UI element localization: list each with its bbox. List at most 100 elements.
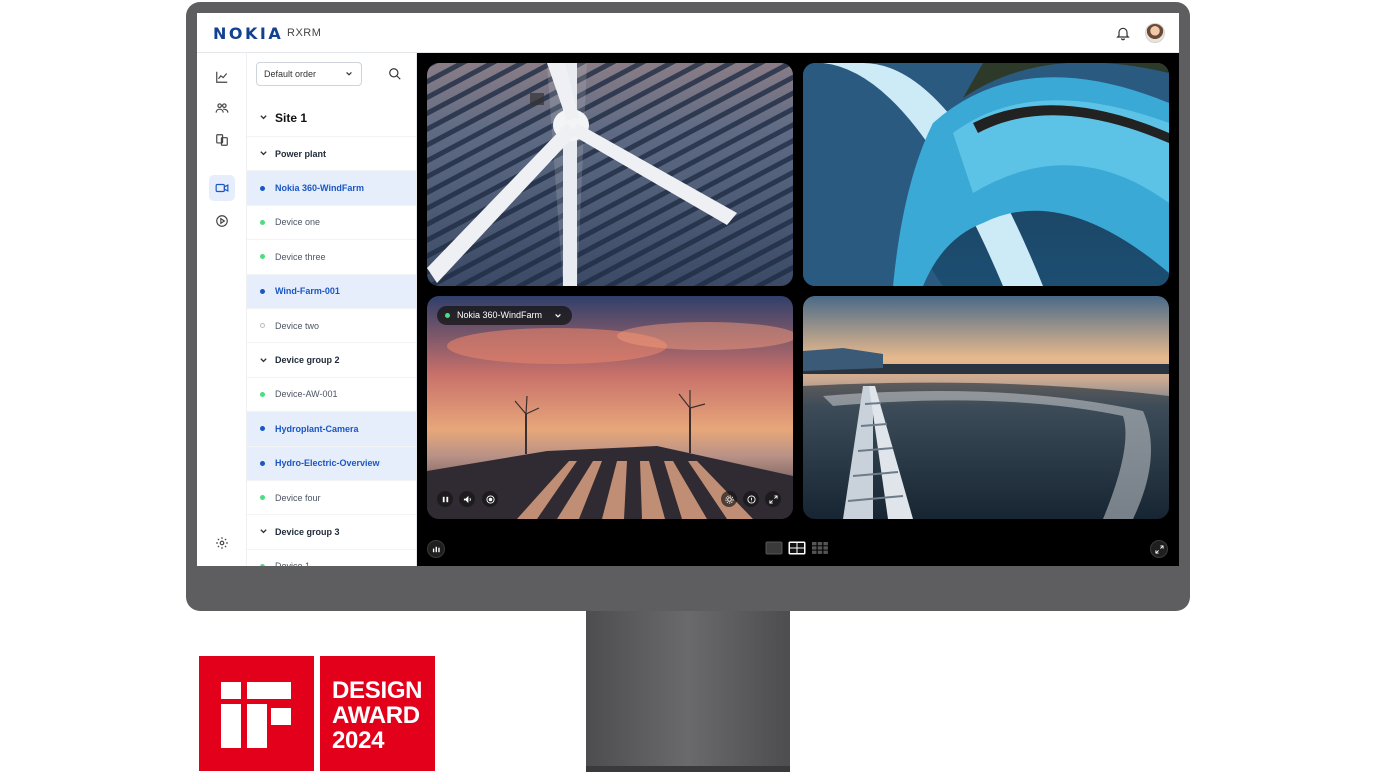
order-select-value: Default order (264, 69, 317, 79)
device-label: Device one (275, 217, 321, 228)
video-wall: Nokia 360-WindFarm (417, 53, 1179, 566)
equalizer-icon (432, 546, 440, 552)
camera-icon (215, 183, 229, 193)
chevron-down-icon (260, 529, 267, 534)
pause-button[interactable] (437, 491, 453, 507)
sidebar-toggle-button[interactable] (427, 540, 445, 558)
tree-device-item[interactable]: Device 1 (247, 550, 416, 566)
device-label: Device-AW-001 (275, 389, 338, 400)
monitor-frame: NOKIA RXRM Default order Site 1 Power pl… (186, 2, 1190, 611)
tree-device-item[interactable]: Wind-Farm-001 (247, 274, 416, 309)
tree-device-item[interactable]: Device one (247, 206, 416, 241)
layout-2x2-button[interactable] (788, 541, 806, 555)
play-icon (216, 215, 228, 227)
chevron-down-icon (260, 115, 267, 120)
device-status-dot (260, 323, 265, 329)
device-label: Device three (275, 251, 326, 262)
nokia-logo[interactable]: NOKIA (213, 24, 283, 43)
video-tile-water-treatment[interactable] (803, 63, 1169, 286)
chevron-down-icon (346, 71, 352, 76)
clarifier-bridge-feed (803, 296, 1169, 519)
site-label: Site 1 (275, 110, 308, 125)
monitor-stand-base (586, 766, 790, 772)
nav-playback[interactable] (209, 208, 235, 234)
windfarm-sunset-feed (427, 296, 793, 519)
tree-device-item[interactable]: Hydro-Electric-Overview (247, 446, 416, 481)
device-label: Device 1 (275, 561, 310, 566)
if-design-award-badge: DESIGN AWARD 2024 (199, 656, 435, 771)
nav-users[interactable] (209, 95, 235, 121)
tree-device-item[interactable]: Device two (247, 309, 416, 344)
volume-button[interactable] (459, 491, 475, 507)
chevron-down-icon (260, 357, 267, 362)
device-label: Device two (275, 320, 320, 331)
grid-3x3-icon (812, 542, 828, 554)
bell-icon[interactable] (1115, 25, 1131, 41)
tree-device-item[interactable]: Nokia 360-WindFarm (247, 171, 416, 206)
pause-icon (442, 496, 448, 502)
order-select[interactable]: Default order (256, 62, 362, 86)
water-treatment-feed (803, 63, 1169, 286)
device-status-dot (260, 426, 265, 432)
live-status-dot (445, 313, 450, 318)
group-label: Device group 3 (275, 526, 340, 537)
fullscreen-button[interactable] (1150, 540, 1168, 558)
layout-switcher (765, 541, 831, 557)
expand-tile-button[interactable] (765, 491, 781, 507)
tree-group[interactable]: Device group 2 (247, 343, 416, 378)
device-tree: Site 1 Power plant Nokia 360-WindFarm Devi… (247, 99, 416, 566)
tree-group[interactable]: Device group 3 (247, 515, 416, 550)
tree-site[interactable]: Site 1 (247, 99, 416, 137)
chevron-down-icon (555, 313, 561, 318)
single-view-icon (765, 541, 783, 555)
gear-icon (724, 494, 734, 504)
analytics-icon (216, 71, 228, 83)
wind-turbine-solar-feed (427, 63, 793, 286)
video-tile-windfarm-sunset[interactable]: Nokia 360-WindFarm (427, 296, 793, 519)
tree-device-item[interactable]: Hydroplant-Camera (247, 412, 416, 447)
device-label: Nokia 360-WindFarm (275, 183, 364, 194)
device-status-dot (260, 219, 265, 225)
tree-group[interactable]: Power plant (247, 137, 416, 172)
group-label: Power plant (275, 148, 327, 159)
device-status-dot (260, 185, 265, 191)
device-label: Device four (275, 492, 321, 503)
expand-icon (768, 494, 778, 504)
app-name: RXRM (287, 27, 322, 39)
settings-icon[interactable] (215, 536, 229, 550)
user-avatar[interactable] (1145, 23, 1165, 43)
users-icon (215, 103, 229, 113)
search-icon[interactable] (388, 67, 402, 81)
nav-analytics[interactable] (209, 64, 235, 90)
info-button[interactable] (743, 491, 759, 507)
top-bar: NOKIA RXRM (197, 13, 1179, 53)
device-status-dot (260, 563, 265, 566)
device-status-dot (260, 460, 265, 466)
tree-device-item[interactable]: Device four (247, 481, 416, 516)
volume-icon (463, 495, 471, 503)
fullscreen-icon (1154, 544, 1164, 554)
layout-single-button[interactable] (765, 541, 783, 555)
tree-device-item[interactable]: Device-AW-001 (247, 378, 416, 413)
video-tile-clarifier-bridge[interactable] (803, 296, 1169, 519)
device-status-dot (260, 391, 265, 397)
award-line-design: DESIGN (332, 677, 423, 704)
device-status-dot (260, 288, 265, 294)
camera-selector[interactable]: Nokia 360-WindFarm (437, 306, 573, 325)
chevron-down-icon (260, 151, 267, 156)
monitor-stand (586, 611, 790, 771)
ptz-settings-button[interactable] (721, 491, 737, 507)
record-button[interactable] (482, 491, 498, 507)
nav-cameras[interactable] (209, 175, 235, 201)
device-label: Hydroplant-Camera (275, 423, 359, 434)
video-tile-wind-turbine[interactable] (427, 63, 793, 286)
if-logo (199, 656, 314, 771)
device-panel: Default order Site 1 Power plant Nokia 36… (247, 53, 417, 566)
award-line-year: 2024 (332, 727, 385, 754)
device-label: Wind-Farm-001 (275, 286, 340, 297)
device-label: Hydro-Electric-Overview (275, 458, 380, 469)
layout-3x3-button[interactable] (811, 541, 829, 555)
nav-devices[interactable] (209, 127, 235, 153)
tree-device-item[interactable]: Device three (247, 240, 416, 275)
camera-selector-label: Nokia 360-WindFarm (457, 310, 543, 320)
